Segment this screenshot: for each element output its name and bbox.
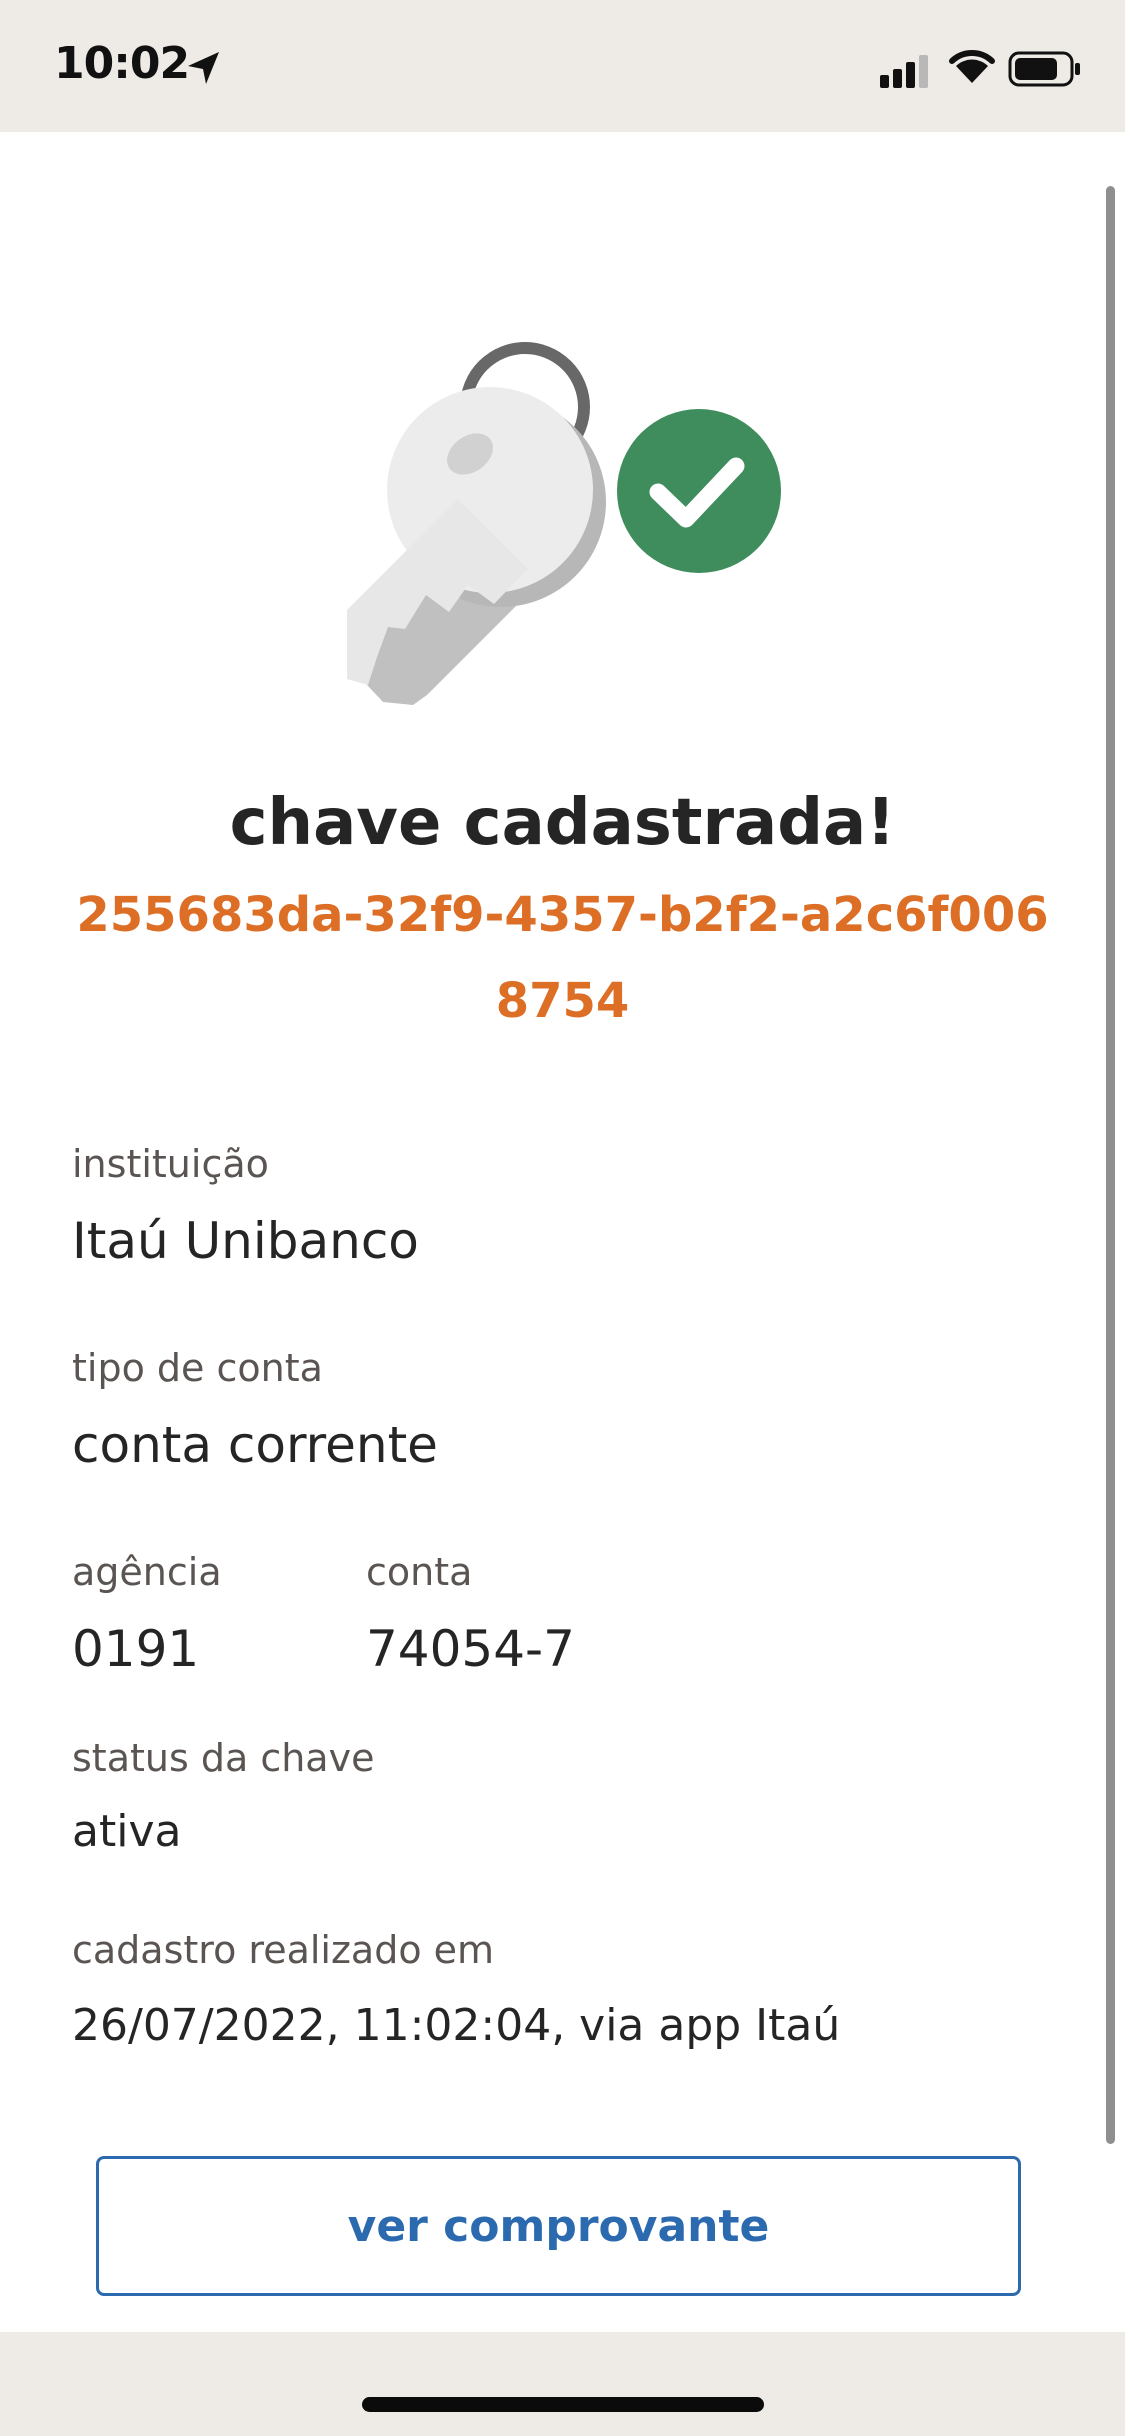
battery-icon xyxy=(1008,51,1080,87)
agency-label: agência xyxy=(72,1550,222,1594)
institution-value: Itaú Unibanco xyxy=(72,1212,419,1270)
agency-value: 0191 xyxy=(72,1620,200,1678)
cellular-signal-icon xyxy=(880,55,928,88)
view-receipt-button[interactable]: ver comprovante xyxy=(96,2156,1021,2296)
bottom-safe-area xyxy=(0,2332,1125,2436)
status-bar: 10:02 xyxy=(0,0,1125,132)
wifi-icon xyxy=(949,50,995,83)
registered-key-id: 255683da-32f9-4357-b2f2-a2c6f0068754 xyxy=(76,887,1049,1029)
vertical-scrollbar[interactable] xyxy=(1106,186,1115,2144)
key-status-value: ativa xyxy=(72,1806,182,1857)
page-title: chave cadastrada! xyxy=(229,786,896,860)
account-label: conta xyxy=(366,1550,473,1594)
institution-label: instituição xyxy=(72,1142,269,1186)
registration-date-value: 26/07/2022, 11:02:04, via app Itaú xyxy=(72,2000,841,2051)
key-with-check-icon xyxy=(347,342,781,705)
status-time: 10:02 xyxy=(54,38,190,89)
location-arrow-icon xyxy=(188,52,219,84)
key-status-label: status da chave xyxy=(72,1736,375,1780)
home-indicator[interactable] xyxy=(362,2397,764,2412)
account-type-label: tipo de conta xyxy=(72,1346,323,1390)
account-type-value: conta corrente xyxy=(72,1416,438,1474)
account-value: 74054-7 xyxy=(366,1620,575,1678)
registration-date-label: cadastro realizado em xyxy=(72,1928,495,1972)
